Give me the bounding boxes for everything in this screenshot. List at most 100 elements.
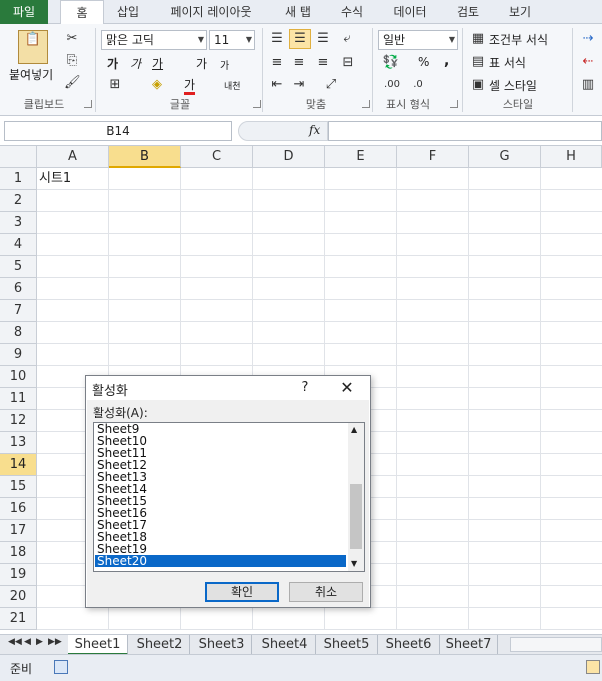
align-top-icon[interactable]: ☰ (268, 30, 286, 48)
increase-indent-icon[interactable]: ⇥ (290, 76, 308, 94)
scroll-thumb[interactable] (350, 484, 362, 549)
italic-button[interactable]: 가 (130, 55, 141, 72)
format-painter-icon[interactable]: 🖌 (64, 74, 81, 92)
insert-cells-icon[interactable]: ⇢ (578, 30, 598, 48)
paste-button[interactable]: 붙여넣기 (9, 66, 53, 83)
tab-formulas[interactable]: 수식 (330, 0, 374, 24)
table-format-button[interactable]: 표 서식 (489, 54, 526, 71)
align-left-icon[interactable]: ≡ (268, 54, 286, 72)
tab-new-tab[interactable]: 새 탭 (272, 0, 324, 24)
number-format-combo[interactable]: 일반 ▼ (378, 30, 458, 50)
phonetic-button[interactable]: 내천 (224, 79, 241, 92)
row-header[interactable]: 21 (0, 608, 37, 630)
font-color-button[interactable]: 가 (184, 78, 196, 95)
align-bottom-icon[interactable]: ☰ (314, 30, 332, 48)
number-launcher-icon[interactable] (450, 100, 458, 108)
column-header-d[interactable]: D (253, 146, 325, 168)
currency-icon[interactable]: 💱 (380, 54, 402, 72)
shrink-font-button[interactable]: 가 (220, 57, 229, 72)
tab-page-layout[interactable]: 페이지 레이아웃 (158, 0, 264, 24)
row-header[interactable]: 11 (0, 388, 37, 410)
column-header-c[interactable]: C (181, 146, 253, 168)
row-header[interactable]: 18 (0, 542, 37, 564)
tab-home[interactable]: 홈 (60, 0, 104, 25)
row-header-selected[interactable]: 14 (0, 454, 37, 476)
row-header[interactable]: 16 (0, 498, 37, 520)
decrease-indent-icon[interactable]: ⇤ (268, 76, 286, 94)
macro-record-icon[interactable] (54, 660, 68, 674)
comma-button[interactable]: , (444, 53, 449, 69)
fx-icon[interactable]: fx (309, 123, 320, 137)
align-center-icon[interactable]: ≡ (290, 54, 308, 72)
row-header[interactable]: 4 (0, 234, 37, 256)
conditional-format-button[interactable]: 조건부 서식 (489, 31, 548, 48)
row-header[interactable]: 12 (0, 410, 37, 432)
row-header[interactable]: 10 (0, 366, 37, 388)
decrease-decimal-icon[interactable]: .0 (408, 76, 428, 94)
last-sheet-icon[interactable]: ▶▶ (48, 637, 62, 647)
tab-review[interactable]: 검토 (446, 0, 490, 24)
column-header-g[interactable]: G (469, 146, 541, 168)
sheet-tab-sheet3[interactable]: Sheet3 (192, 635, 252, 655)
row-header[interactable]: 20 (0, 586, 37, 608)
row-header[interactable]: 1 (0, 168, 37, 190)
sheet-tab-sheet2[interactable]: Sheet2 (130, 635, 190, 655)
table-format-icon[interactable]: ▤ (470, 53, 486, 71)
horizontal-scrollbar[interactable] (510, 637, 602, 652)
normal-view-icon[interactable] (586, 660, 600, 674)
row-header[interactable]: 8 (0, 322, 37, 344)
increase-decimal-icon[interactable]: .00 (382, 76, 402, 94)
sheet-tab-sheet7[interactable]: Sheet7 (440, 635, 498, 655)
cell-style-button[interactable]: 셀 스타일 (489, 77, 537, 94)
prev-sheet-icon[interactable]: ◀ (24, 637, 31, 647)
row-header[interactable]: 9 (0, 344, 37, 366)
scroll-down-icon[interactable]: ▼ (351, 559, 357, 568)
cell-style-icon[interactable]: ▣ (470, 76, 486, 94)
column-header-f[interactable]: F (397, 146, 469, 168)
next-sheet-icon[interactable]: ▶ (36, 637, 43, 647)
row-header[interactable]: 3 (0, 212, 37, 234)
sheet-tab-sheet4[interactable]: Sheet4 (254, 635, 316, 655)
grow-font-button[interactable]: 가 (196, 55, 207, 72)
row-header[interactable]: 5 (0, 256, 37, 278)
name-box[interactable]: B14 (4, 121, 232, 141)
merge-center-icon[interactable]: ⊟ (338, 54, 358, 72)
row-header[interactable]: 17 (0, 520, 37, 542)
bold-button[interactable]: 가 (107, 55, 118, 72)
tab-view[interactable]: 보기 (498, 0, 542, 24)
ok-button[interactable]: 확인 (205, 582, 279, 602)
sheet-list[interactable]: Sheet9 Sheet10 Sheet11 Sheet12 Sheet13 S… (93, 422, 365, 572)
tab-data[interactable]: 데이터 (384, 0, 436, 24)
font-name-combo[interactable]: 맑은 고딕 ▼ (101, 30, 207, 50)
conditional-format-icon[interactable]: ▦ (470, 30, 486, 48)
row-header[interactable]: 7 (0, 300, 37, 322)
formula-input[interactable] (328, 121, 602, 141)
percent-button[interactable]: % (418, 55, 429, 69)
text-orientation-icon[interactable]: ⤢ (320, 76, 342, 94)
row-header[interactable]: 15 (0, 476, 37, 498)
underline-button[interactable]: 가 (152, 55, 163, 72)
column-header-h[interactable]: H (541, 146, 602, 168)
row-header[interactable]: 2 (0, 190, 37, 212)
font-launcher-icon[interactable] (253, 100, 261, 108)
copy-icon[interactable]: ⎘ (62, 52, 82, 70)
list-item-selected[interactable]: Sheet20 (95, 555, 346, 567)
paste-icon[interactable]: 📋 (18, 30, 48, 64)
first-sheet-icon[interactable]: ◀◀ (8, 637, 22, 647)
row-header[interactable]: 6 (0, 278, 37, 300)
font-size-combo[interactable]: 11 ▼ (209, 30, 255, 50)
fill-color-icon[interactable]: ◈ (148, 76, 166, 94)
delete-cells-icon[interactable]: ⇠ (578, 53, 598, 71)
select-all-corner[interactable] (0, 146, 37, 168)
tab-insert[interactable]: 삽입 (106, 0, 150, 24)
tab-file[interactable]: 파일 (0, 0, 48, 24)
align-right-icon[interactable]: ≡ (314, 54, 332, 72)
sheet-tab-sheet1[interactable]: Sheet1 (68, 635, 128, 655)
list-scrollbar[interactable]: ▲ ▼ (348, 423, 364, 571)
sheet-tab-sheet6[interactable]: Sheet6 (378, 635, 440, 655)
close-icon[interactable]: ✕ (338, 378, 356, 397)
alignment-launcher-icon[interactable] (362, 100, 370, 108)
border-icon[interactable]: ⊞ (106, 76, 124, 94)
cancel-button[interactable]: 취소 (289, 582, 363, 602)
cell-a1[interactable]: 시트1 (39, 170, 71, 188)
